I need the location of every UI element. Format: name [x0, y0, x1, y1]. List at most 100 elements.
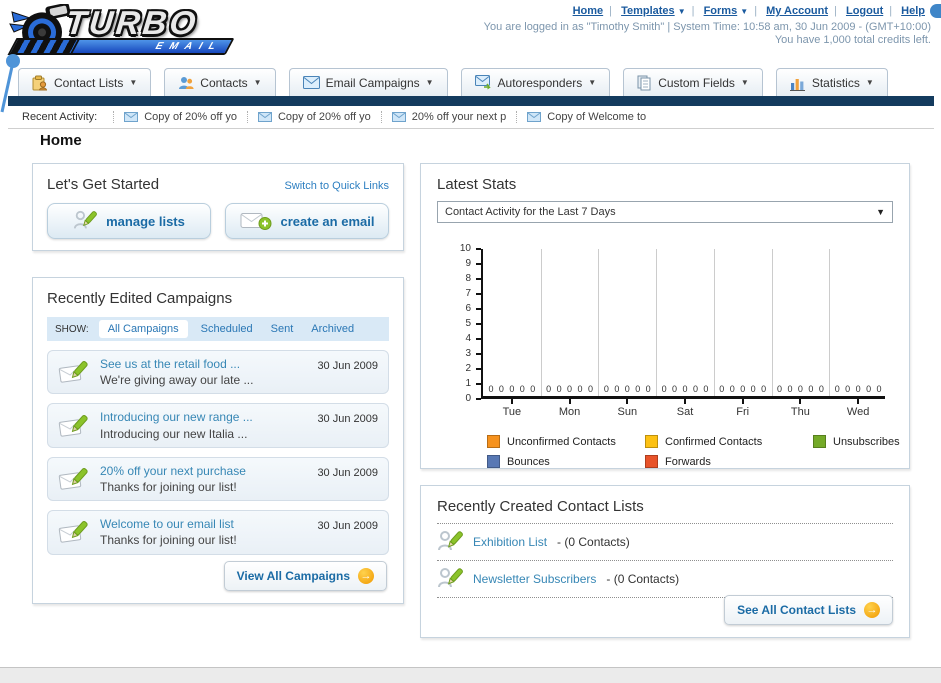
tab-label: Contact Lists	[54, 75, 124, 90]
right-column: Latest Stats Contact Activity for the La…	[420, 163, 910, 638]
x-axis-tick	[799, 399, 802, 404]
y-axis-tick-label: 3	[465, 348, 471, 359]
statistics-icon	[789, 78, 805, 91]
x-axis-tick-label: Wed	[846, 406, 870, 418]
create-email-button[interactable]: create an email	[225, 203, 389, 239]
see-all-contact-lists-label: See All Contact Lists	[737, 603, 856, 617]
manage-lists-label: manage lists	[106, 213, 185, 229]
person-pencil-icon	[438, 531, 463, 551]
chart-value-labels: 00000	[719, 384, 767, 394]
tab-contact-lists[interactable]: Contact Lists ▼	[18, 68, 152, 96]
tab-autoresponders[interactable]: Autoresponders ▼	[460, 68, 611, 96]
tab-custom-fields[interactable]: Custom Fields ▼	[623, 68, 763, 96]
filter-sent[interactable]: Sent	[271, 323, 294, 335]
legend-swatch	[487, 455, 500, 468]
y-axis-tick-label: 5	[465, 318, 471, 329]
chevron-down-icon: ▼	[876, 207, 885, 217]
legend-entry: Unsubscribes	[813, 435, 900, 448]
nav-separator: |	[754, 5, 758, 17]
filter-scheduled[interactable]: Scheduled	[201, 323, 253, 335]
x-axis-tick	[741, 399, 744, 404]
main-nav-tabs: Contact Lists ▼ Contacts ▼ Email Campaig…	[18, 68, 888, 96]
campaign-row[interactable]: See us at the retail food ... We're givi…	[47, 350, 389, 395]
filter-all-campaigns[interactable]: All Campaigns	[98, 320, 188, 338]
campaign-row[interactable]: Welcome to our email list Thanks for joi…	[47, 510, 389, 555]
legend-swatch	[645, 435, 658, 448]
autoresponders-icon	[474, 75, 491, 90]
chart-gridline	[656, 249, 658, 396]
nav-link-help[interactable]: Help	[901, 5, 925, 17]
arrow-right-icon: →	[864, 602, 880, 618]
chart-gridline	[771, 249, 773, 396]
nav-link-logout[interactable]: Logout	[846, 5, 883, 17]
campaign-subtitle: We're giving away our late ...	[100, 373, 254, 388]
y-axis-tick-label: 6	[465, 303, 471, 314]
manage-lists-button[interactable]: manage lists	[47, 203, 211, 239]
nav-link-home[interactable]: Home	[573, 5, 604, 17]
chart-value-labels: 00000	[661, 384, 709, 394]
nav-link-templates[interactable]: Templates	[621, 5, 675, 17]
contact-list-row[interactable]: Newsletter Subscribers - (0 Contacts)	[437, 561, 893, 598]
campaign-date: 30 Jun 2009	[317, 466, 378, 479]
tab-statistics[interactable]: Statistics ▼	[775, 68, 888, 96]
turbo-email-logo: EMAIL TURBO	[7, 2, 258, 60]
recent-activity-item[interactable]: Copy of Welcome to	[516, 111, 656, 123]
chart-value-labels: 00000	[546, 384, 593, 394]
tab-email-campaigns[interactable]: Email Campaigns ▼	[288, 68, 448, 96]
filter-archived[interactable]: Archived	[311, 323, 354, 335]
nav-separator: |	[834, 5, 837, 17]
campaign-row[interactable]: 20% off your next purchase Thanks for jo…	[47, 456, 389, 502]
app-window: EMAIL TURBO Home | Templates ▼ | Forms ▼ | …	[0, 0, 941, 683]
stats-period-dropdown[interactable]: Contact Activity for the Last 7 Days ▼	[437, 201, 893, 223]
help-bubble-icon[interactable]	[930, 4, 941, 18]
campaign-title: 20% off your next purchase	[100, 463, 246, 478]
chart-gridline	[540, 249, 542, 396]
legend-entry: Bounces	[487, 455, 645, 468]
y-axis-tick-label: 10	[459, 243, 471, 254]
contact-activity-chart: 10 9 8 7 6 5 4 3 2 1 0 000000000000000000000000000…	[437, 243, 900, 468]
y-axis-tick-label: 0	[465, 393, 471, 404]
person-pencil-icon	[74, 210, 98, 229]
legend-entry: Unconfirmed Contacts	[487, 435, 645, 448]
chart-plot: 00000 00000 00000 00000 00000 00000 00000	[481, 249, 885, 399]
activity-item-label: 20% off your next p	[411, 111, 507, 123]
chart-y-axis: 10 9 8 7 6 5 4 3 2 1 0	[437, 243, 481, 404]
chevron-down-icon: ▼	[677, 7, 686, 16]
nav-link-forms[interactable]: Forms	[704, 5, 738, 17]
tab-contacts[interactable]: Contacts ▼	[164, 68, 276, 96]
legend-label: Forwards	[665, 455, 711, 468]
legend-swatch	[645, 455, 658, 468]
recent-activity-item[interactable]: 20% off your next p	[380, 111, 517, 123]
campaign-row[interactable]: Introducing our new range ... Introducin…	[47, 403, 389, 448]
view-all-campaigns-button[interactable]: View All Campaigns →	[223, 560, 387, 591]
envelope-icon	[527, 112, 542, 122]
stats-dropdown-value: Contact Activity for the Last 7 Days	[445, 206, 616, 218]
email-campaigns-icon	[302, 76, 320, 89]
chevron-down-icon: ▼	[588, 78, 597, 87]
nav-link-my-account[interactable]: My Account	[766, 5, 828, 17]
y-axis-tick-label: 7	[465, 288, 471, 299]
chevron-down-icon: ▼	[253, 78, 262, 87]
recent-activity-item[interactable]: Copy of 20% off yo	[113, 111, 247, 123]
nav-divider-bar	[8, 96, 934, 106]
y-axis-tick-label: 8	[465, 273, 471, 284]
contact-list-name[interactable]: Newsletter Subscribers	[473, 572, 596, 586]
see-all-contact-lists-button[interactable]: See All Contact Lists →	[724, 595, 893, 625]
switch-quick-links-link[interactable]: Switch to Quick Links	[284, 180, 389, 192]
recent-activity-item[interactable]: Copy of 20% off yo	[246, 111, 381, 123]
chevron-down-icon: ▼	[865, 78, 874, 87]
credits-status-text: You have 1,000 total credits left.	[774, 34, 931, 46]
contacts-icon	[179, 76, 194, 89]
y-axis-tick-label: 1	[465, 378, 471, 389]
chart-gridline	[713, 249, 715, 396]
contact-list-name[interactable]: Exhibition List	[473, 535, 547, 549]
latest-stats-panel: Latest Stats Contact Activity for the La…	[420, 163, 910, 469]
envelope-pencil-icon	[58, 467, 88, 490]
y-axis-tick-label: 4	[465, 333, 471, 344]
campaign-subtitle: Thanks for joining our list!	[100, 479, 237, 494]
campaign-filter-bar: SHOW: All Campaigns Scheduled Sent Archi…	[47, 317, 389, 341]
campaign-date: 30 Jun 2009	[317, 520, 378, 533]
x-axis-tick-label: Mon	[558, 406, 581, 418]
contact-list-count: - (0 Contacts)	[606, 572, 680, 586]
contact-list-row[interactable]: Exhibition List - (0 Contacts)	[437, 524, 893, 561]
